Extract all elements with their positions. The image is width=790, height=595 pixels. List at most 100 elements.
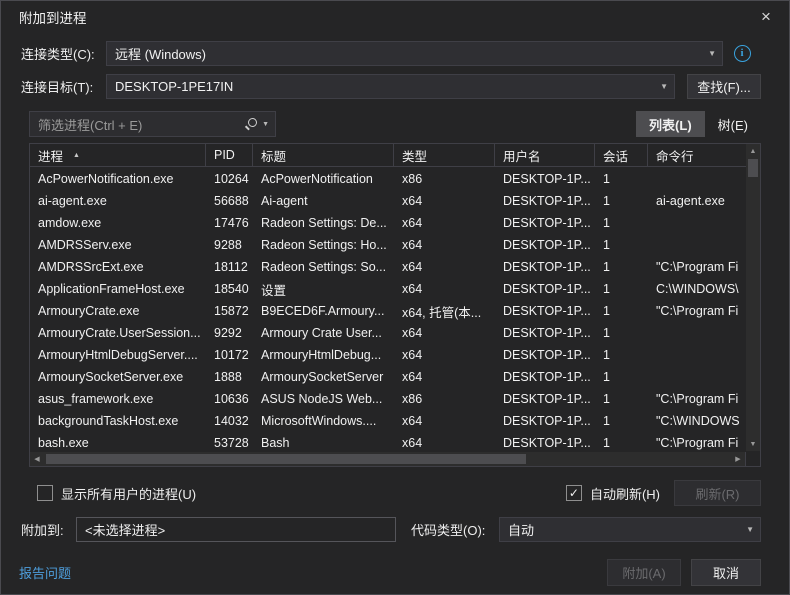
cell-type: x64	[394, 282, 495, 296]
vertical-scroll-thumb[interactable]	[748, 159, 758, 177]
column-header-session[interactable]: 会话	[595, 144, 648, 166]
code-type-dropdown[interactable]: 自动 ▼	[499, 517, 761, 542]
filter-row: 筛选进程(Ctrl + E) ▼ 列表(L) 树(E)	[29, 111, 761, 137]
info-icon[interactable]: i	[734, 45, 751, 62]
cell-type: x64	[394, 194, 495, 208]
cell-pid: 1888	[206, 370, 253, 384]
cell-title: Ai-agent	[253, 194, 394, 208]
titlebar: 附加到进程 ×	[1, 1, 789, 33]
cell-type: x64	[394, 216, 495, 230]
attach-to-field[interactable]: <未选择进程>	[76, 517, 396, 542]
column-header-type[interactable]: 类型	[394, 144, 495, 166]
table-row[interactable]: ai-agent.exe56688Ai-agentx64DESKTOP-1P..…	[30, 190, 745, 212]
view-tree-button[interactable]: 树(E)	[705, 111, 761, 137]
cell-process: backgroundTaskHost.exe	[30, 414, 206, 428]
connection-target-dropdown[interactable]: DESKTOP-1PE17IN ▼	[106, 74, 675, 99]
cell-process: ai-agent.exe	[30, 194, 206, 208]
scroll-right-icon[interactable]: ▶	[731, 452, 745, 466]
table-row[interactable]: ArmouryCrate.exe15872B9ECED6F.Armoury...…	[30, 300, 745, 322]
horizontal-scrollbar[interactable]: ◀ ▶	[30, 452, 745, 466]
cancel-button[interactable]: 取消	[691, 559, 761, 586]
cell-pid: 10264	[206, 172, 253, 186]
auto-refresh-checkbox[interactable]: ✓	[566, 485, 582, 501]
cell-process: AcPowerNotification.exe	[30, 172, 206, 186]
table-row[interactable]: amdow.exe17476Radeon Settings: De...x64D…	[30, 212, 745, 234]
chevron-down-icon: ▼	[708, 49, 716, 58]
table-row[interactable]: ArmouryHtmlDebugServer....10172ArmouryHt…	[30, 344, 745, 366]
show-all-users-checkbox[interactable]: ✓	[37, 485, 53, 501]
cell-cmd: "C:\Program Fi	[648, 436, 745, 450]
cell-session: 1	[595, 414, 648, 428]
connection-type-value: 远程 (Windows)	[115, 44, 702, 63]
scroll-down-icon[interactable]: ▼	[746, 437, 760, 451]
filter-process-input[interactable]: 筛选进程(Ctrl + E) ▼	[29, 111, 276, 137]
report-problem-link[interactable]: 报告问题	[19, 563, 71, 582]
table-row[interactable]: ArmourySocketServer.exe1888ArmourySocket…	[30, 366, 745, 388]
cell-session: 1	[595, 304, 648, 318]
table-row[interactable]: AMDRSServ.exe9288Radeon Settings: Ho...x…	[30, 234, 745, 256]
cell-title: MicrosoftWindows....	[253, 414, 394, 428]
column-header-cmdline[interactable]: 命令行	[648, 144, 746, 166]
column-header-title[interactable]: 标题	[253, 144, 394, 166]
connection-type-row: 连接类型(C): 远程 (Windows) ▼ i	[21, 40, 761, 66]
cell-pid: 9292	[206, 326, 253, 340]
find-button[interactable]: 查找(F)...	[687, 74, 761, 99]
cell-process: bash.exe	[30, 436, 206, 450]
refresh-button[interactable]: 刷新(R)	[674, 480, 761, 506]
column-header-process[interactable]: 进程 ▲	[30, 144, 206, 166]
view-list-button[interactable]: 列表(L)	[636, 111, 705, 137]
sort-ascending-icon: ▲	[73, 152, 80, 159]
cell-type: x86	[394, 392, 495, 406]
show-all-users-label[interactable]: 显示所有用户的进程(U)	[61, 484, 196, 503]
process-table: 进程 ▲ PID 标题 类型 用户名 会话 命令行 AcPowerNotific…	[29, 143, 761, 467]
vertical-scrollbar[interactable]: ▲ ▼	[746, 144, 760, 451]
info-icon-wrap: i	[723, 45, 761, 62]
scroll-left-icon[interactable]: ◀	[30, 452, 44, 466]
cell-cmd: "C:\Program Fi	[648, 260, 745, 274]
search-icon	[244, 118, 257, 131]
table-row[interactable]: backgroundTaskHost.exe14032MicrosoftWind…	[30, 410, 745, 432]
attach-target-row: 附加到: <未选择进程> 代码类型(O): 自动 ▼	[21, 516, 761, 542]
attach-to-process-dialog: 附加到进程 × 连接类型(C): 远程 (Windows) ▼ i 连接目标(T…	[0, 0, 790, 595]
cell-user: DESKTOP-1P...	[495, 436, 595, 450]
connection-target-value: DESKTOP-1PE17IN	[115, 79, 654, 94]
table-row[interactable]: asus_framework.exe10636ASUS NodeJS Web..…	[30, 388, 745, 410]
cell-type: x64	[394, 370, 495, 384]
cell-session: 1	[595, 392, 648, 406]
cell-process: ArmouryCrate.UserSession...	[30, 326, 206, 340]
scroll-up-icon[interactable]: ▲	[746, 144, 760, 158]
table-row[interactable]: bash.exe53728Bashx64DESKTOP-1P...1"C:\Pr…	[30, 432, 745, 451]
cell-user: DESKTOP-1P...	[495, 348, 595, 362]
cell-cmd: ai-agent.exe	[648, 194, 745, 208]
close-icon[interactable]: ×	[753, 4, 779, 30]
table-row[interactable]: ArmouryCrate.UserSession...9292Armoury C…	[30, 322, 745, 344]
column-header-pid[interactable]: PID	[206, 144, 253, 166]
cell-pid: 18112	[206, 260, 253, 274]
table-row[interactable]: ApplicationFrameHost.exe18540设置x64DESKTO…	[30, 278, 745, 300]
cell-type: x86	[394, 172, 495, 186]
dialog-title: 附加到进程	[19, 7, 753, 27]
cell-cmd: C:\WINDOWS\	[648, 282, 745, 296]
dialog-footer: 报告问题 附加(A) 取消	[19, 559, 761, 586]
cell-pid: 10636	[206, 392, 253, 406]
cell-session: 1	[595, 326, 648, 340]
cell-title: Radeon Settings: So...	[253, 260, 394, 274]
cell-user: DESKTOP-1P...	[495, 326, 595, 340]
chevron-down-icon: ▼	[660, 82, 668, 91]
column-header-user[interactable]: 用户名	[495, 144, 595, 166]
cell-process: ArmouryCrate.exe	[30, 304, 206, 318]
table-row[interactable]: AcPowerNotification.exe10264AcPowerNotif…	[30, 168, 745, 190]
horizontal-scroll-thumb[interactable]	[46, 454, 526, 464]
scrollbar-corner	[745, 452, 760, 466]
cell-type: x64	[394, 326, 495, 340]
auto-refresh-label[interactable]: 自动刷新(H)	[590, 484, 660, 503]
attach-button[interactable]: 附加(A)	[607, 559, 681, 586]
table-row[interactable]: AMDRSSrcExt.exe18112Radeon Settings: So.…	[30, 256, 745, 278]
cell-user: DESKTOP-1P...	[495, 370, 595, 384]
cell-type: x64, 托管(本...	[394, 302, 495, 321]
cell-process: ArmouryHtmlDebugServer....	[30, 348, 206, 362]
connection-type-dropdown[interactable]: 远程 (Windows) ▼	[106, 41, 723, 66]
chevron-down-icon[interactable]: ▼	[262, 121, 269, 128]
cell-title: ArmouryHtmlDebug...	[253, 348, 394, 362]
cell-session: 1	[595, 238, 648, 252]
